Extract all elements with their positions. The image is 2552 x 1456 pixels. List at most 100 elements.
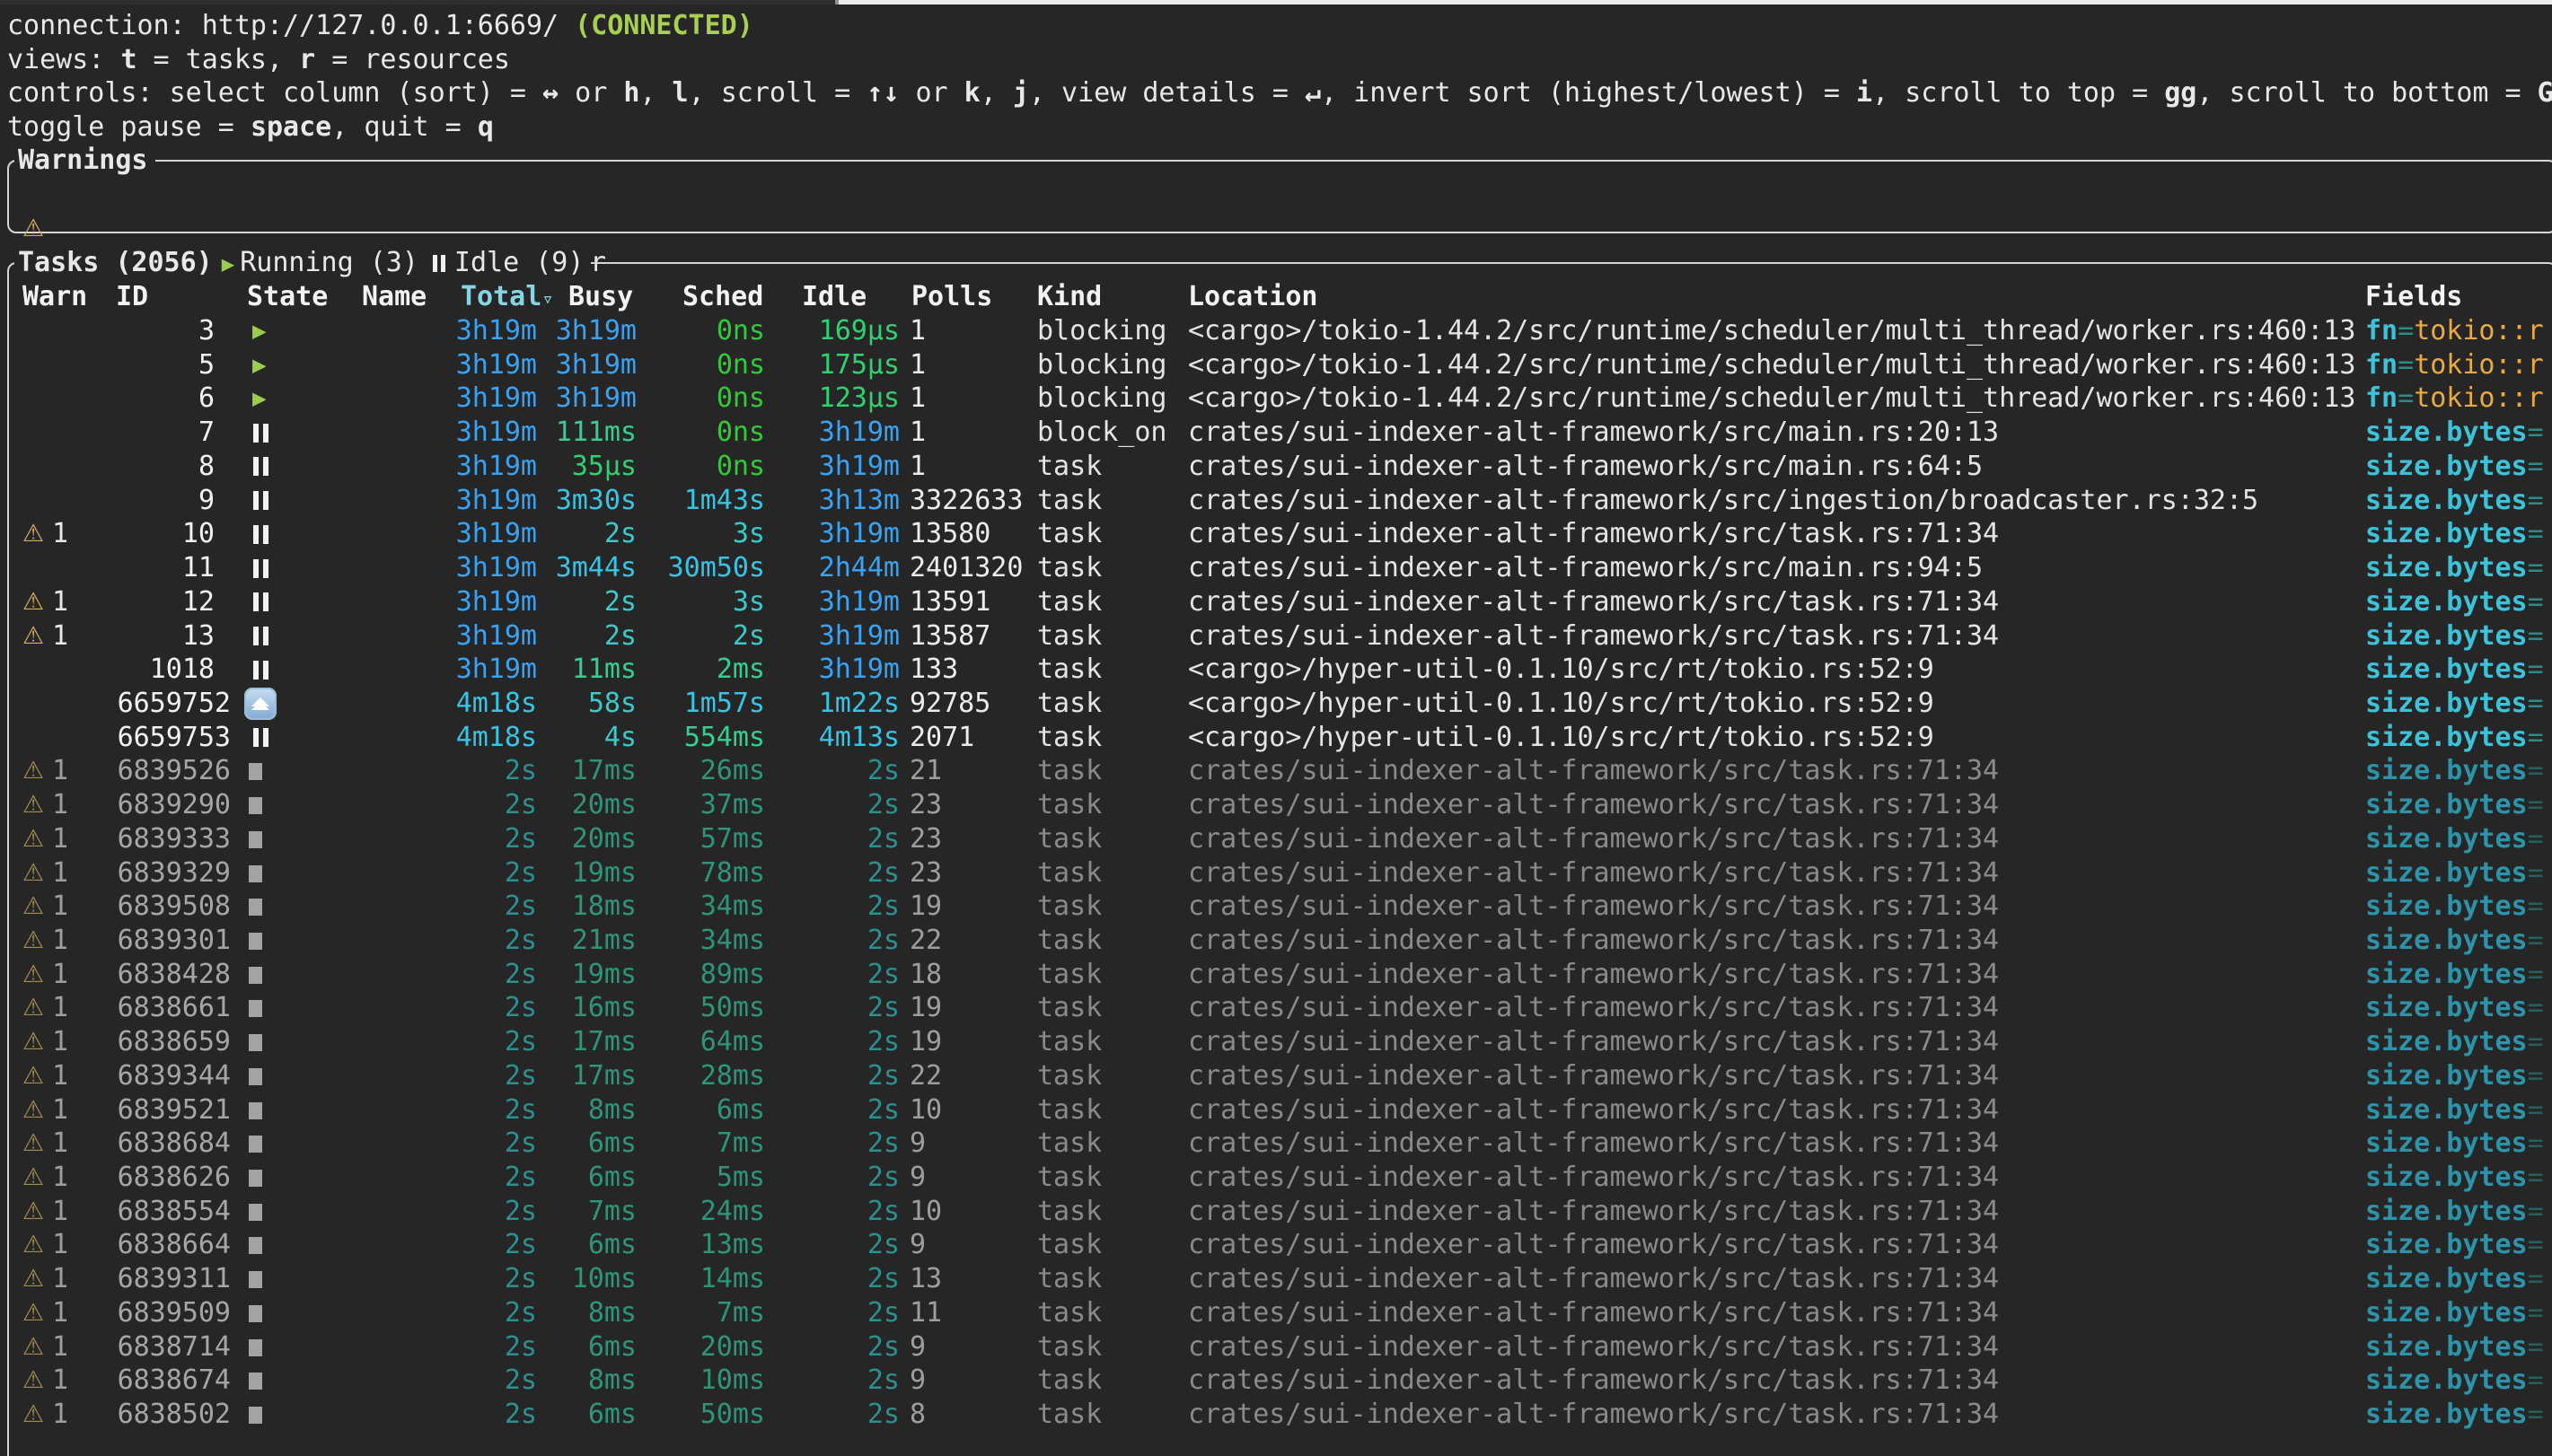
table-row[interactable]: ⚠168393332s20ms57ms2s23taskcrates/sui-in… [0,822,2552,856]
table-row[interactable]: ⚠168386262s6ms5ms2s9taskcrates/sui-index… [0,1161,2552,1195]
cell-sched: 6ms [630,1093,765,1127]
table-row[interactable]: ⚠168385542s7ms24ms2s10taskcrates/sui-ind… [0,1195,2552,1229]
table-row[interactable]: ⚠168395082s18ms34ms2s19taskcrates/sui-in… [0,890,2552,924]
table-row[interactable]: ⚠1123h19m2s3s3h19m13591taskcrates/sui-in… [0,585,2552,619]
warning-icon: ⚠ [22,890,44,924]
warn-count: 1 [52,856,68,890]
table-row[interactable]: 10183h19m11ms2ms3h19m133task<cargo>/hype… [0,653,2552,687]
cell-busy: 3m30s [502,484,637,518]
table-row[interactable]: ⚠168386642s6ms13ms2s9taskcrates/sui-inde… [0,1228,2552,1262]
field-equals: = [2528,620,2544,652]
column-header-kind[interactable]: Kind [1037,280,1102,314]
cell-busy: 2s [502,517,637,551]
table-row[interactable]: ⚠168384282s19ms89ms2s18taskcrates/sui-in… [0,958,2552,992]
completed-state-icon [249,1237,262,1254]
key-hint: ↔ [542,77,559,109]
cell-location: crates/sui-indexer-alt-framework/src/tas… [1188,1059,2361,1093]
cell-fields: size.bytes= [2365,1025,2550,1059]
table-row[interactable]: ⚠168395262s17ms26ms2s21taskcrates/sui-in… [0,754,2552,788]
cell-busy: 20ms [502,822,637,856]
column-header-id[interactable]: ID [116,280,148,314]
cell-kind: task [1037,1059,1102,1093]
field-key: size.bytes [2365,1399,2528,1430]
warning-icon: ⚠ [22,1161,44,1195]
column-header-warn[interactable]: Warn [22,280,87,314]
table-row[interactable]: 66597524m18s58s1m57s1m22s92785task<cargo… [0,687,2552,721]
cell-sched: 57ms [630,822,765,856]
completed-state-icon [249,831,262,848]
table-row[interactable]: ⚠168387142s6ms20ms2s9taskcrates/sui-inde… [0,1330,2552,1364]
warning-icon: ⚠ [22,1195,44,1229]
cell-busy: 6ms [502,1161,637,1195]
cell-busy: 21ms [502,924,637,958]
table-row[interactable]: ⚠168386842s6ms7ms2s9taskcrates/sui-index… [0,1127,2552,1161]
table-row[interactable]: ⚠168393112s10ms14ms2s13taskcrates/sui-in… [0,1262,2552,1296]
field-equals: = [2528,789,2544,820]
warn-count: 1 [52,890,68,924]
column-header-polls[interactable]: Polls [911,280,992,314]
warning-icon: ⚠ [22,1228,44,1262]
column-header-location[interactable]: Location [1188,280,1318,314]
field-equals: = [2528,1229,2544,1260]
column-header-sched[interactable]: Sched [682,280,763,314]
column-header-idle[interactable]: Idle [802,280,867,314]
table-row[interactable]: ⚠1103h19m2s3s3h19m13580taskcrates/sui-in… [0,517,2552,551]
table-row[interactable]: ⚠168393442s17ms28ms2s22taskcrates/sui-in… [0,1059,2552,1093]
cell-idle: 2s [765,1025,900,1059]
field-key: size.bytes [2365,992,2528,1023]
hint-text: views: [7,44,120,75]
field-key: size.bytes [2365,789,2528,820]
table-row[interactable]: 73h19m111ms0ns3h19m1block_oncrates/sui-i… [0,416,2552,450]
table-row[interactable]: ⚠168385022s6ms50ms2s8taskcrates/sui-inde… [0,1398,2552,1432]
task-id: 6838502 [89,1398,231,1432]
table-row[interactable]: ⚠168386612s16ms50ms2s19taskcrates/sui-in… [0,991,2552,1025]
running-icon: ▶ [222,251,234,276]
table-row[interactable]: ⚠168393012s21ms34ms2s22taskcrates/sui-in… [0,924,2552,958]
table-row[interactable]: 6▶3h19m3h19m0ns123µs1blocking<cargo>/tok… [0,382,2552,416]
table-row[interactable]: ⚠168395092s8ms7ms2s11taskcrates/sui-inde… [0,1296,2552,1330]
column-header-busy[interactable]: Busy [568,280,633,314]
idle-state-icon [253,484,268,518]
cell-polls: 2071 [910,721,974,755]
warn-count: 1 [52,1127,68,1161]
column-header-fields[interactable]: Fields [2365,280,2462,314]
table-row[interactable]: ⚠168392902s20ms37ms2s23taskcrates/sui-in… [0,788,2552,822]
key-hint: r [299,44,315,75]
cell-idle: 123µs [765,382,900,416]
table-row[interactable]: 5▶3h19m3h19m0ns175µs1blocking<cargo>/tok… [0,348,2552,382]
field-equals: = [2398,382,2414,414]
cell-location: crates/sui-indexer-alt-framework/src/mai… [1188,551,2361,585]
cell-location: crates/sui-indexer-alt-framework/src/tas… [1188,1195,2361,1229]
table-row[interactable]: 3▶3h19m3h19m0ns169µs1blocking<cargo>/tok… [0,314,2552,348]
cell-idle: 2s [765,1093,900,1127]
table-row[interactable]: ⚠168393292s19ms78ms2s23taskcrates/sui-in… [0,856,2552,890]
idle-count-label: Idle (9) [454,247,585,278]
cell-location: crates/sui-indexer-alt-framework/src/tas… [1188,1262,2361,1296]
warn-count: 1 [52,991,68,1025]
column-header-state[interactable]: State [247,280,328,314]
table-row[interactable]: ⚠168386742s8ms10ms2s9taskcrates/sui-inde… [0,1364,2552,1398]
cell-fields: size.bytes= [2365,551,2550,585]
cell-kind: task [1037,822,1102,856]
table-row[interactable]: 83h19m35µs0ns3h19m1taskcrates/sui-indexe… [0,450,2552,484]
warning-icon: ⚠ [22,788,44,822]
cell-fields: size.bytes= [2365,754,2550,788]
field-key: size.bytes [2365,823,2528,855]
task-id: 5 [89,348,215,382]
table-row[interactable]: 93h19m3m30s1m43s3h13m3322633taskcrates/s… [0,484,2552,518]
field-equals: = [2528,653,2544,685]
chrome-dark-segment [0,0,835,4]
table-row[interactable]: 66597534m18s4s554ms4m13s2071task<cargo>/… [0,721,2552,755]
running-state-icon: ▶ [252,348,267,382]
completed-state-icon [249,797,262,814]
cell-polls: 9 [910,1364,926,1398]
running-count-label: Running (3) [240,247,418,278]
table-row[interactable]: ⚠168386592s17ms64ms2s19taskcrates/sui-in… [0,1025,2552,1059]
column-header-total[interactable]: Total▿ [461,280,554,314]
field-equals: = [2528,992,2544,1023]
table-row[interactable]: 113h19m3m44s30m50s2h44m2401320taskcrates… [0,551,2552,585]
table-row[interactable]: ⚠1133h19m2s2s3h19m13587taskcrates/sui-in… [0,619,2552,653]
table-row[interactable]: ⚠168395212s8ms6ms2s10taskcrates/sui-inde… [0,1093,2552,1127]
column-header-name[interactable]: Name [362,280,427,314]
cell-polls: 18 [910,958,942,992]
